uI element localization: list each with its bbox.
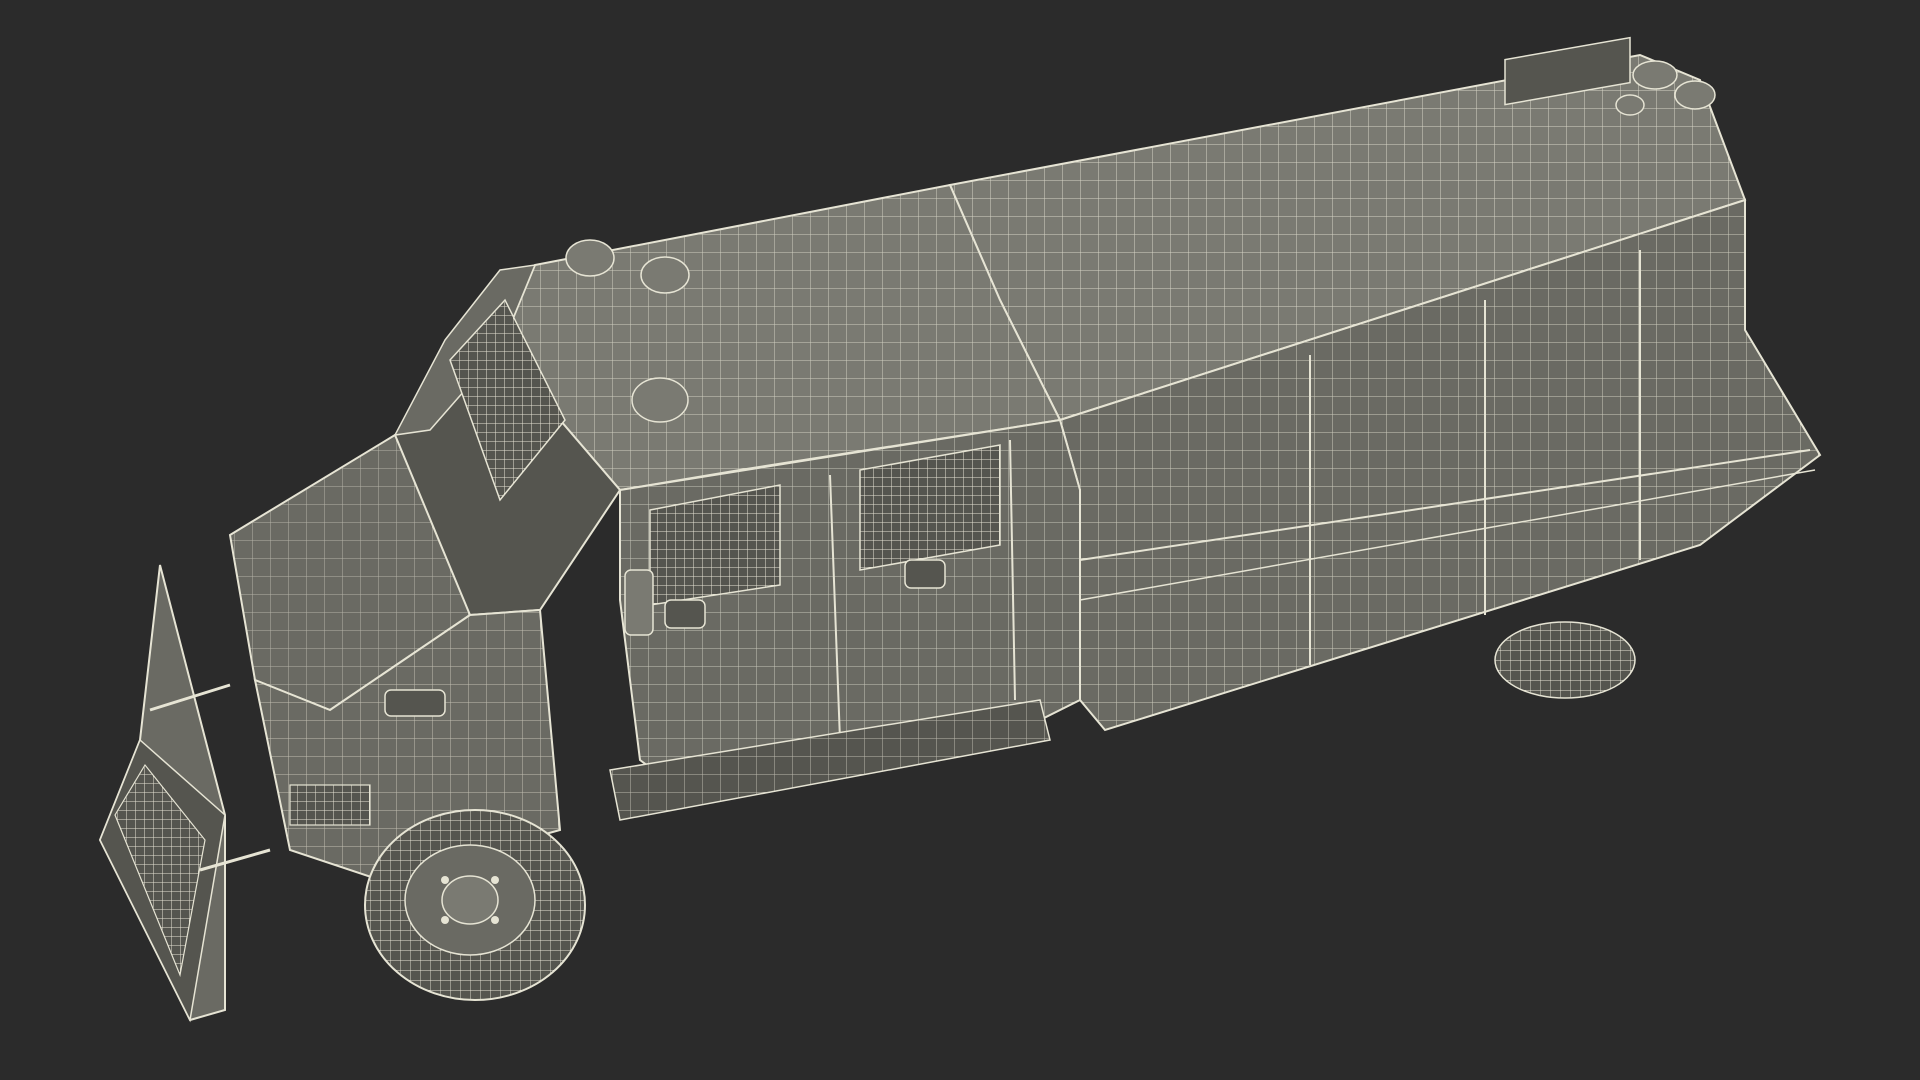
side-mirror [624, 569, 654, 636]
render-viewport [0, 0, 1920, 1080]
front-blade [98, 564, 271, 1023]
front-wheel [364, 809, 586, 1001]
rear-wheel [1494, 621, 1636, 699]
vehicle-wireframe-render [98, 36, 1822, 1023]
